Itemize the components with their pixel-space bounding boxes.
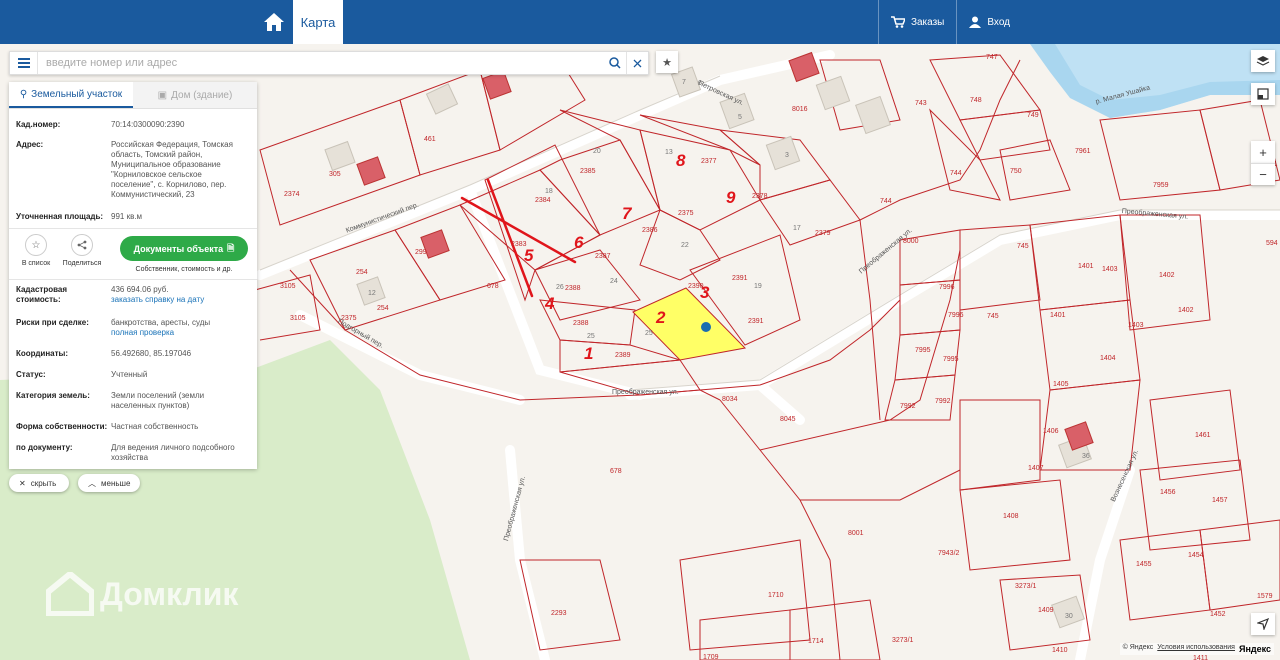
document-icon: 🗎: [227, 242, 235, 253]
clear-search-button[interactable]: [626, 52, 648, 74]
divider: [9, 279, 257, 280]
home-icon: [264, 13, 284, 31]
search-bar: [9, 51, 649, 75]
yandex-logo: Яндекс: [1238, 644, 1271, 654]
tab-land-label: Земельный участок: [31, 88, 123, 100]
info-row-ownership: Форма собственности: Частная собственнос…: [16, 422, 252, 432]
terms-link[interactable]: Условия использования: [1157, 644, 1235, 654]
row-label: Кадастровая стоимость:: [16, 285, 68, 304]
info-row-cadastral-number: Кад.номер: 70:14:0300090:2390: [16, 120, 252, 130]
cadastral-value: 436 694.06 руб.: [111, 285, 169, 294]
tab-building[interactable]: ▣ Дом (здание): [133, 82, 257, 108]
document-use-value: Для ведения личного подсобного хозяйства: [111, 443, 235, 462]
row-label: Уточненная площадь:: [16, 212, 104, 221]
minus-icon: −: [1259, 167, 1267, 182]
row-label: Статус:: [16, 370, 46, 379]
cadastral-number-link[interactable]: 70:14:0300090:2390: [111, 120, 246, 130]
search-input[interactable]: [38, 57, 604, 69]
menu-button[interactable]: [10, 52, 38, 74]
panel-toggle-button[interactable]: [1251, 83, 1275, 105]
favorites-button[interactable]: ★: [656, 51, 678, 73]
row-label: Кад.номер:: [16, 120, 61, 129]
row-value: Российская Федерация, Томская область, Т…: [111, 140, 233, 199]
hide-label: скрыть: [30, 478, 57, 488]
sidebar-icon: [1257, 88, 1269, 100]
info-row-risks: Риски при сделке: банкротства, аресты, с…: [16, 318, 252, 338]
home-button[interactable]: [256, 0, 292, 44]
info-row-status: Статус: Учтенный: [16, 370, 252, 380]
layers-icon: [1256, 56, 1270, 66]
copyright-text: © Яндекс: [1122, 644, 1154, 651]
watermark-text: Домклик: [100, 575, 239, 612]
land-category-value: Земли поселений (земли населенных пункто…: [111, 391, 205, 410]
info-row-document-use: по документу: Для ведения личного подсоб…: [16, 443, 252, 463]
row-label: Риски при сделке:: [16, 318, 89, 327]
login-button[interactable]: Вход: [956, 0, 1280, 44]
hamburger-icon: [17, 58, 30, 68]
orders-label: Заказы: [910, 16, 945, 28]
row-label: Координаты:: [16, 349, 69, 358]
ownership-value: Частная собственность: [111, 422, 199, 431]
full-check-link[interactable]: полная проверка: [111, 328, 246, 338]
user-icon: [969, 16, 982, 28]
domclick-logo-icon: [46, 572, 94, 616]
tab-map[interactable]: Карта: [293, 0, 343, 44]
share-button[interactable]: Поделиться: [62, 234, 102, 267]
chevron-up-icon: ︿: [88, 478, 96, 488]
parcel-marker[interactable]: [701, 322, 711, 332]
close-icon: [633, 59, 642, 67]
divider: [9, 228, 257, 229]
search-button[interactable]: [604, 52, 626, 74]
star-icon: ★: [662, 56, 672, 69]
building-icon: ▣: [157, 89, 168, 101]
zoom-in-button[interactable]: +: [1251, 141, 1275, 163]
info-row-coordinates: Координаты: 56.492680, 85.197046: [16, 349, 252, 359]
info-row-cadastral-value: Кадастровая стоимость: 436 694.06 руб. з…: [16, 285, 252, 305]
geolocation-button[interactable]: [1251, 613, 1275, 635]
hide-panel-button[interactable]: ✕ скрыть: [9, 474, 69, 492]
location-pin-icon: ⚲: [19, 88, 28, 100]
status-value: Учтенный: [111, 370, 148, 379]
add-to-list-button[interactable]: ☆ В список: [16, 234, 56, 267]
action-row: ☆ В список Поделиться Документы объекта …: [9, 234, 257, 278]
row-label: Форма собственности:: [16, 422, 108, 431]
risk-value: банкротства, аресты, суды: [111, 318, 211, 327]
share-icon: [71, 234, 93, 256]
share-label: Поделиться: [62, 260, 102, 267]
less-label: меньше: [101, 478, 131, 488]
info-row-area: Уточненная площадь: 991 кв.м: [16, 212, 252, 222]
top-navigation-bar: Карта Заказы Вход: [0, 0, 1280, 44]
row-label: Адрес:: [16, 140, 44, 149]
plus-icon: +: [1259, 144, 1267, 160]
close-icon: ✕: [19, 478, 26, 488]
collapse-panel-button[interactable]: ︿ меньше: [78, 474, 140, 492]
search-icon: [609, 57, 621, 69]
documents-button[interactable]: Документы объекта 🗎: [120, 236, 248, 261]
info-row-land-category: Категория земель: Земли поселений (земли…: [16, 391, 252, 411]
row-value: 991 кв.м: [111, 212, 143, 221]
tab-building-label: Дом (здание): [171, 89, 233, 101]
orders-button[interactable]: Заказы: [877, 0, 956, 44]
star-outline-icon: ☆: [25, 234, 47, 256]
documents-label: Документы объекта: [133, 243, 224, 254]
row-label: Категория земель:: [16, 391, 90, 400]
cart-icon: [890, 16, 905, 28]
map-attribution: © Яндекс Условия использования Яндекс: [1119, 643, 1274, 655]
layers-button[interactable]: [1251, 50, 1275, 72]
zoom-out-button[interactable]: −: [1251, 163, 1275, 185]
login-label: Вход: [987, 16, 1010, 28]
row-label: по документу:: [16, 443, 73, 452]
order-certificate-link[interactable]: заказать справку на дату: [111, 295, 246, 305]
coordinates-value: 56.492680, 85.197046: [111, 349, 192, 358]
tab-land-parcel[interactable]: ⚲ Земельный участок: [9, 82, 133, 108]
documents-subtitle: Собственник, стоимость и др.: [135, 266, 233, 273]
add-to-list-label: В список: [21, 260, 51, 267]
domclick-watermark: Домклик: [46, 572, 238, 616]
parcel-info-panel: ⚲ Земельный участок ▣ Дом (здание) Кад.н…: [9, 82, 257, 469]
info-row-address: Адрес: Российская Федерация, Томская обл…: [16, 140, 252, 200]
location-arrow-icon: [1257, 618, 1269, 630]
